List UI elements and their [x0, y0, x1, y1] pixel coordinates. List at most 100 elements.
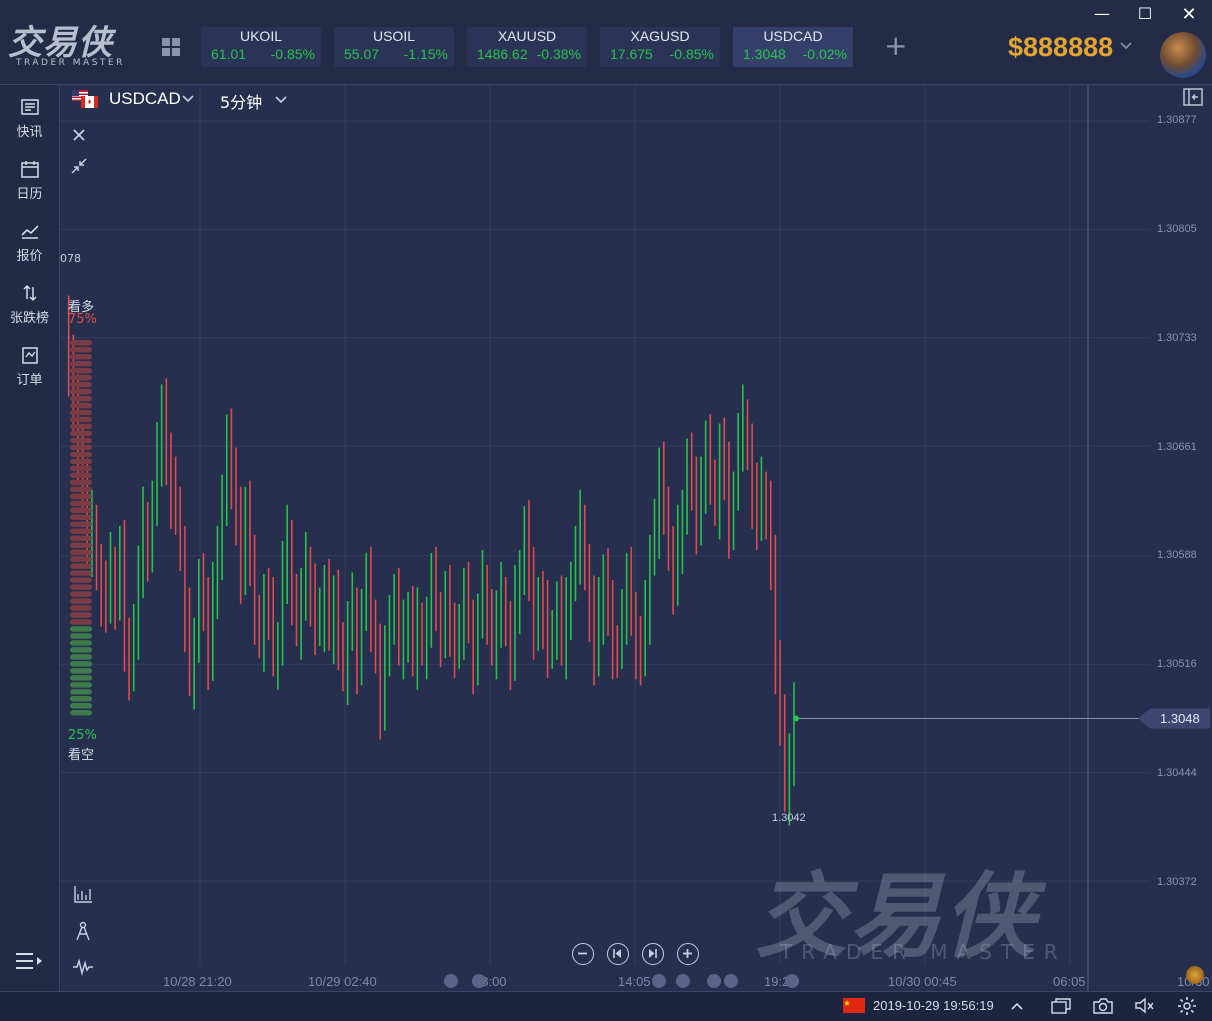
chevron-down-icon — [275, 96, 287, 104]
sentiment-segment — [70, 549, 92, 555]
scroll-start-button[interactable] — [607, 943, 629, 965]
news-icon — [20, 99, 39, 115]
sentiment-segment — [70, 381, 92, 388]
scroll-marker[interactable] — [652, 974, 666, 988]
ticker-price: 17.675 — [610, 46, 653, 62]
sentiment-segment — [70, 416, 92, 423]
ticker-ukoil[interactable]: UKOIL 61.01 -0.85% — [201, 27, 321, 67]
menu-expand-icon[interactable] — [15, 951, 45, 971]
y-tick-label: 1.30516 — [1157, 658, 1197, 670]
sentiment-segment — [70, 465, 92, 472]
sidebar-item-label: 报价 — [16, 249, 43, 264]
skip-back-icon — [613, 949, 621, 958]
panel-toggle-icon[interactable] — [1183, 88, 1203, 106]
sentiment-segment — [70, 535, 92, 541]
sentiment-segment — [70, 654, 92, 660]
ticker-usoil[interactable]: USOIL 55.07 -1.15% — [334, 27, 454, 67]
sidebar-item-label: 张跌榜 — [9, 311, 49, 326]
mute-icon[interactable] — [1134, 996, 1156, 1015]
sentiment-segment — [70, 493, 92, 500]
watermark-subtext: TRADER MASTER — [780, 940, 1067, 964]
scroll-marker[interactable] — [724, 974, 738, 988]
y-tick-label: 1.30661 — [1157, 441, 1197, 453]
sentiment-segment — [70, 430, 92, 437]
windows-icon[interactable] — [1051, 997, 1071, 1015]
ticker-change: -0.02% — [802, 46, 847, 62]
minimize-button[interactable]: — — [1092, 4, 1112, 23]
ticker-xauusd[interactable]: XAUUSD 1486.62 -0.38% — [467, 27, 587, 67]
ticker-change: -0.85% — [669, 46, 714, 62]
price-chart[interactable] — [60, 85, 1212, 991]
sentiment-segment — [70, 451, 92, 458]
sentiment-segment — [70, 402, 92, 409]
sentiment-segment — [70, 423, 92, 430]
indicator-icon[interactable] — [73, 885, 93, 903]
sidebar-item-label: 日历 — [16, 187, 43, 202]
ticker-usdcad[interactable]: USDCAD 1.3048 -0.02% — [733, 27, 853, 67]
sentiment-segment — [70, 395, 92, 402]
settings-gear-icon[interactable] — [1177, 996, 1197, 1016]
chevron-down-icon[interactable] — [1120, 40, 1132, 52]
sidebar-item-news[interactable]: 快讯 — [0, 97, 59, 140]
ticker-change: -1.15% — [403, 46, 448, 62]
timeframe-selector[interactable]: 5分钟 — [220, 89, 290, 113]
camera-icon[interactable] — [1092, 996, 1114, 1015]
drawing-compass-icon[interactable] — [74, 921, 92, 941]
account-balance[interactable]: $888888 — [1008, 32, 1113, 63]
ticker-symbol: XAUUSD — [497, 28, 557, 44]
sentiment-segment — [70, 612, 92, 618]
sentiment-segment — [70, 563, 92, 569]
zoom-out-button[interactable] — [572, 943, 594, 965]
coin-icon[interactable] — [1186, 966, 1204, 984]
ticker-price: 55.07 — [344, 46, 380, 62]
avatar[interactable] — [1160, 32, 1206, 78]
scroll-marker[interactable] — [676, 974, 690, 988]
collapse-icon[interactable] — [71, 158, 87, 174]
scroll-marker[interactable] — [707, 974, 721, 988]
waveform-icon[interactable] — [72, 958, 94, 976]
ticker-price: 61.01 — [211, 46, 247, 62]
sentiment-segment — [70, 626, 92, 632]
sidebar-item-orders[interactable]: 订单 — [0, 345, 59, 388]
y-tick-label: 1.30877 — [1157, 114, 1197, 126]
ticker-xagusd[interactable]: XAGUSD 17.675 -0.85% — [600, 27, 720, 67]
top-bar: 交易侠 TRADER MASTER UKOIL 61.01 -0.85% USO… — [0, 0, 1212, 85]
sentiment-bar — [70, 340, 92, 716]
layout-grid-icon[interactable] — [162, 38, 180, 56]
sentiment-segment — [70, 584, 92, 590]
quote-chart-icon — [20, 225, 39, 239]
close-icon[interactable] — [72, 128, 86, 142]
chevron-up-icon[interactable] — [1011, 1001, 1023, 1011]
ticker-symbol: UKOIL — [239, 28, 282, 44]
bear-percent: 25% — [68, 728, 97, 743]
maximize-button[interactable]: ☐ — [1135, 4, 1155, 23]
scroll-marker[interactable] — [785, 974, 799, 988]
sentiment-segment — [70, 528, 92, 534]
y-tick-label: 1.30372 — [1157, 876, 1197, 888]
add-ticker-button[interactable]: + — [884, 32, 907, 60]
sentiment-segment — [70, 479, 92, 486]
ticker-change: -0.85% — [270, 46, 315, 62]
sentiment-segment — [70, 514, 92, 521]
sidebar: 快讯 日历 报价 张跌榜 订单 — [0, 85, 60, 991]
scroll-end-button[interactable] — [642, 943, 664, 965]
chart-symbol: USDCAD — [109, 89, 181, 108]
sentiment-segment — [70, 444, 92, 451]
close-button[interactable]: ✕ — [1179, 4, 1199, 25]
skip-forward-icon — [649, 949, 657, 958]
sentiment-segment — [70, 409, 92, 416]
sentiment-segment — [70, 633, 92, 639]
chart-gridlines — [60, 85, 1150, 965]
low-price-label: 1.3042 — [772, 812, 806, 824]
china-flag-icon — [843, 998, 865, 1013]
sidebar-item-calendar[interactable]: 日历 — [0, 159, 59, 202]
bear-label: 看空 — [68, 748, 95, 763]
scroll-marker[interactable] — [444, 974, 458, 988]
scroll-marker[interactable] — [472, 974, 486, 988]
ticker-price: 1486.62 — [477, 46, 528, 62]
sentiment-segment — [70, 458, 92, 465]
zoom-in-button[interactable] — [677, 943, 699, 965]
sidebar-item-movers[interactable]: 张跌榜 — [0, 283, 59, 326]
sentiment-segment — [70, 486, 92, 493]
sidebar-item-quotes[interactable]: 报价 — [0, 221, 59, 264]
